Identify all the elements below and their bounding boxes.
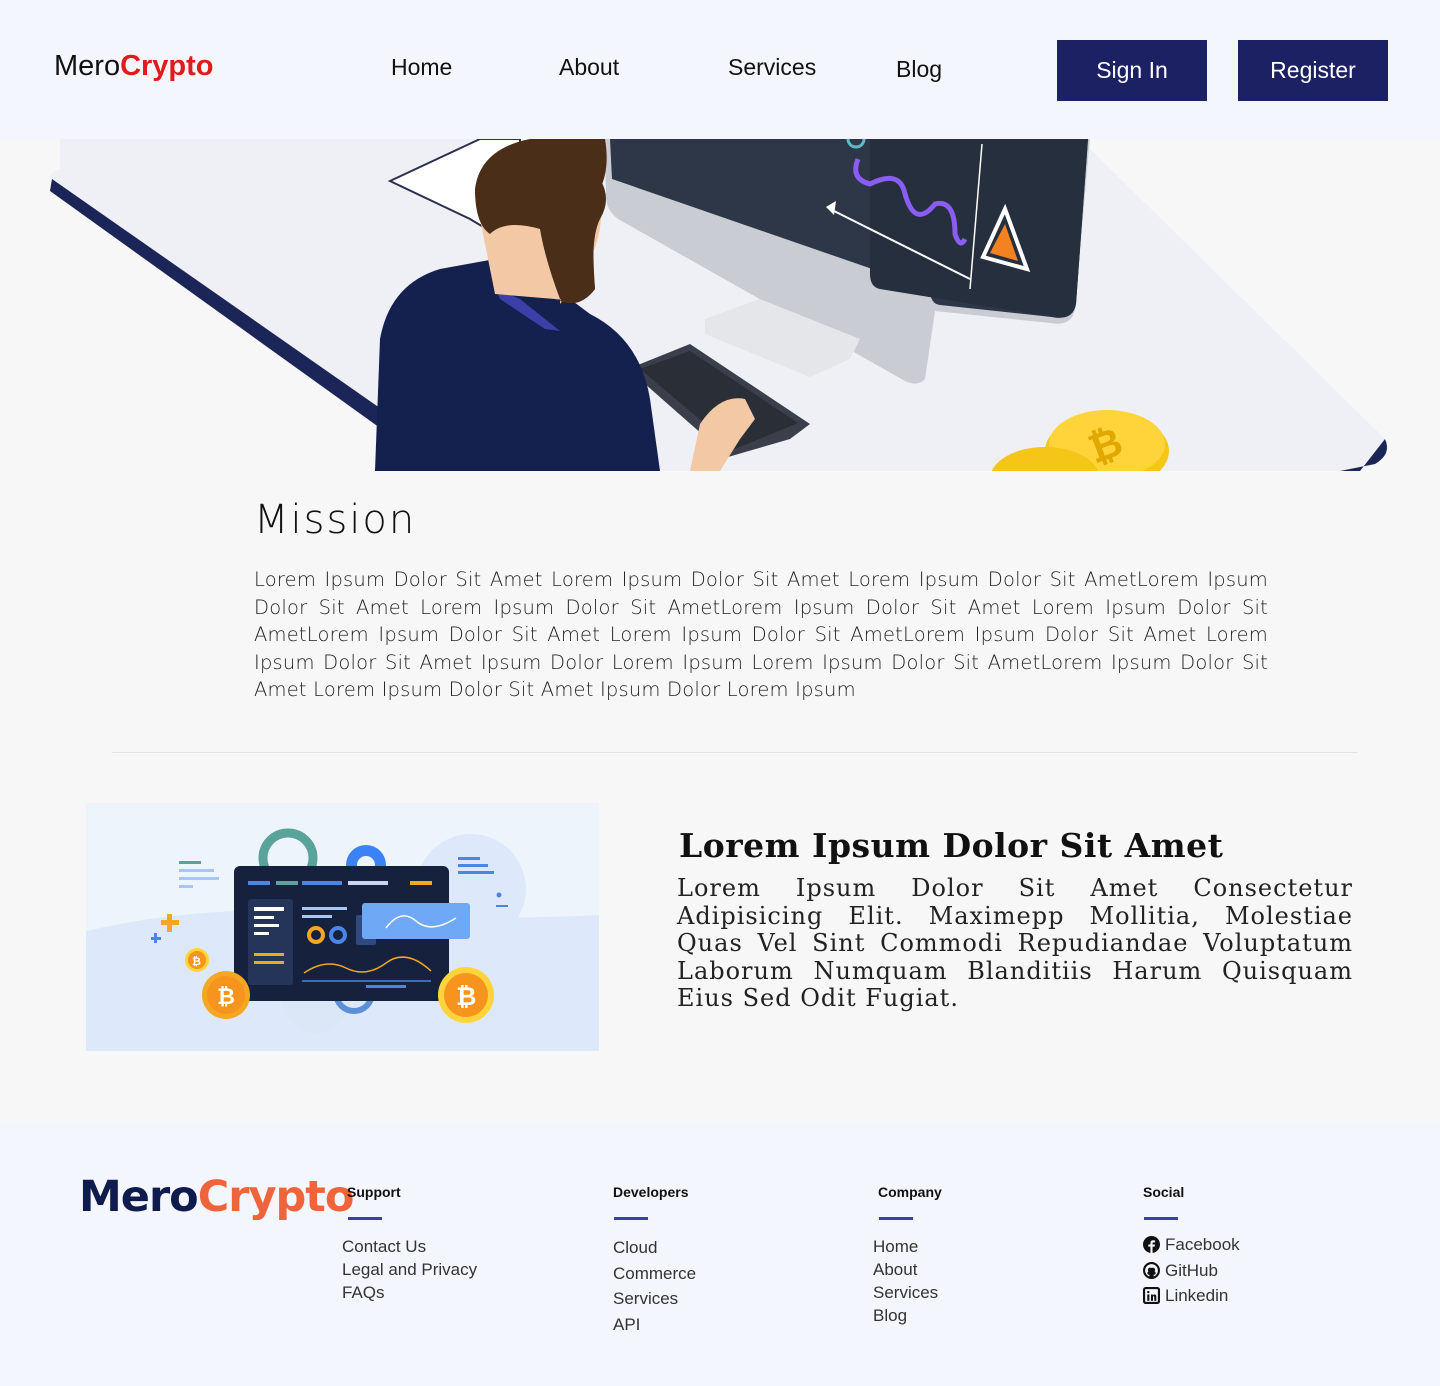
footer-brand-logo[interactable]: MeroCrypto (79, 1172, 355, 1222)
section-divider (112, 752, 1358, 753)
site-header: MeroCrypto Home About Services Blog Sign… (0, 0, 1440, 139)
footer-brand-part-mero: Mero (79, 1172, 199, 1222)
feature-title: Lorem Ipsum Dolor Sit Amet (679, 826, 1224, 865)
mission-title: Mission (254, 497, 417, 543)
bitcoin-icon: ₿ (217, 985, 235, 1010)
brand-part-crypto: Crypto (120, 50, 214, 82)
footer-link-commerce[interactable]: Commerce (613, 1264, 696, 1283)
crypto-dashboard-illustration: ₿ ₿ ₿ (86, 803, 599, 1051)
footer-accent-bar (614, 1217, 648, 1220)
footer-link-api[interactable]: API (613, 1315, 640, 1334)
brand-part-mero: Mero (54, 50, 121, 82)
footer-heading-social: Social (1143, 1184, 1185, 1200)
footer-social-facebook[interactable]: Facebook (1143, 1232, 1240, 1258)
register-button[interactable]: Register (1238, 40, 1388, 101)
footer-link-services[interactable]: Services (613, 1289, 678, 1308)
linkedin-icon (1143, 1287, 1160, 1305)
hero-illustration: ₿ (0, 139, 1440, 471)
svg-text:₿: ₿ (192, 955, 201, 968)
footer-heading-developers: Developers (613, 1184, 689, 1200)
footer-link-faqs[interactable]: FAQs (342, 1283, 385, 1302)
footer-link-contact-us[interactable]: Contact Us (342, 1237, 426, 1256)
svg-text:₿: ₿ (456, 982, 476, 1011)
site-footer: MeroCrypto Support Contact Us Legal and … (0, 1122, 1440, 1386)
footer-accent-bar (348, 1217, 382, 1220)
footer-link-facebook[interactable]: Facebook (1165, 1232, 1240, 1258)
footer-col-company: Company Home About Services Blog (873, 1184, 942, 1327)
footer-link-cloud[interactable]: Cloud (613, 1238, 657, 1257)
sign-in-button[interactable]: Sign In (1057, 40, 1207, 101)
hero-desk-illustration: ₿ (49, 139, 1388, 471)
nav-blog[interactable]: Blog (896, 56, 942, 83)
github-icon (1143, 1261, 1160, 1279)
footer-col-support: Support Contact Us Legal and Privacy FAQ… (342, 1184, 477, 1304)
dashboard-illustration-graphic: ₿ ₿ ₿ (86, 828, 599, 1051)
nav-about[interactable]: About (559, 54, 619, 81)
footer-accent-bar (1144, 1217, 1178, 1220)
footer-heading-support: Support (347, 1184, 401, 1200)
brand-logo[interactable]: MeroCrypto (54, 50, 214, 83)
footer-brand-part-crypto: Crypto (197, 1172, 355, 1222)
footer-link-about[interactable]: About (873, 1260, 917, 1279)
footer-link-legal-privacy[interactable]: Legal and Privacy (342, 1260, 477, 1279)
mission-text: Lorem Ipsum Dolor Sit Amet Lorem Ipsum D… (254, 568, 1268, 701)
nav-home[interactable]: Home (391, 54, 452, 81)
footer-link-company-services[interactable]: Services (873, 1283, 938, 1302)
footer-social-github[interactable]: GitHub (1143, 1258, 1240, 1284)
footer-heading-company: Company (878, 1184, 942, 1200)
footer-col-developers: Developers Cloud Commerce Services API (613, 1184, 696, 1337)
nav-services[interactable]: Services (728, 54, 816, 81)
footer-social-linkedin[interactable]: Linkedin (1143, 1283, 1240, 1309)
facebook-icon (1143, 1236, 1160, 1254)
footer-col-social: Social Facebook GitHub Linkedin (1143, 1184, 1240, 1309)
footer-link-blog[interactable]: Blog (873, 1306, 907, 1325)
footer-link-home[interactable]: Home (873, 1237, 918, 1256)
footer-link-linkedin[interactable]: Linkedin (1165, 1283, 1228, 1309)
feature-text: Lorem Ipsum Dolor Sit Amet Consectetur A… (677, 874, 1353, 1012)
footer-link-github[interactable]: GitHub (1165, 1258, 1218, 1284)
footer-accent-bar (879, 1217, 913, 1220)
